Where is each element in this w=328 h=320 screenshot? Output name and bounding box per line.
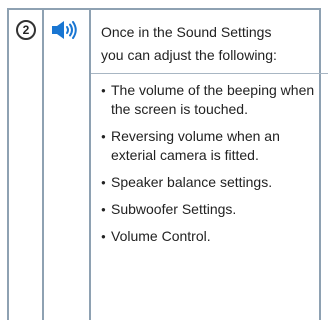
instruction-table: 2 Once in the Sound Settings you can adj… — [7, 8, 328, 320]
row-divider — [91, 73, 328, 74]
list-item: Reversing volume when an exterial camera… — [101, 127, 319, 165]
instruction-text: Once in the Sound Settings you can adjus… — [91, 21, 328, 254]
list-item: The volume of the beeping when the scree… — [101, 81, 319, 119]
list-item: Subwoofer Settings. — [101, 200, 319, 219]
feature-list: The volume of the beeping when the scree… — [101, 81, 319, 246]
step-number-badge: 2 — [16, 20, 36, 40]
intro-line: you can adjust the following: — [101, 47, 277, 63]
text-column: Once in the Sound Settings you can adjus… — [91, 10, 328, 320]
list-item: Volume Control. — [101, 227, 319, 246]
step-number-column: 2 — [9, 10, 44, 320]
intro-line: Once in the Sound Settings — [101, 24, 272, 40]
icon-column — [44, 10, 91, 320]
list-item: Speaker balance settings. — [101, 173, 319, 192]
speaker-volume-icon — [52, 21, 77, 39]
